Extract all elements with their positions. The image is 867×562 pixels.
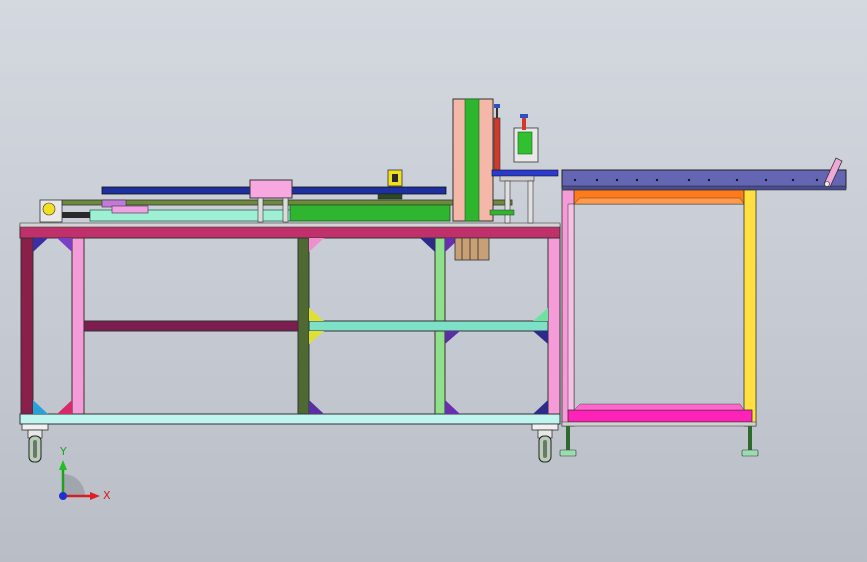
clamp-cap [520,114,528,118]
clamp-rod [522,116,526,130]
frame-post-pink [71,237,85,417]
outfeed-frame-right [743,189,757,427]
pusher-block [111,205,149,214]
machine-drawing: Y X [19,98,847,502]
sensor-bracket [377,193,403,200]
caster-plate [531,423,559,431]
frame-mid-beam-left [83,320,299,332]
leveling-foot-icon [559,426,577,457]
gusset [33,400,48,414]
gusset [309,400,324,414]
gusset [57,400,72,414]
conveyor-green-plate [289,204,451,222]
motor-yellow-icon [42,202,56,216]
outfeed-top [561,169,847,189]
frame-left-post [20,237,34,417]
feed-plate-blue [491,169,559,177]
conveyor-assembly [39,169,513,223]
feed-leg [504,180,511,224]
carriage-pink [249,179,293,199]
frame-post-olive [297,237,310,417]
outfeed-frame-base [561,421,757,427]
gusset [309,331,324,344]
outfeed-frame-left-inner [567,203,575,413]
tower-green-panel [464,98,480,222]
outfeed-rim [561,185,847,191]
feed-leg [527,180,534,224]
cylinder-red [493,117,501,171]
gusset [420,238,435,252]
triad-y-label: Y [59,445,67,458]
leveling-foot-icon [741,426,759,457]
cylinder-cap [494,104,500,108]
gusset [309,238,324,252]
outfeed-unit [559,157,847,457]
carriage-leg [257,197,264,223]
gusset [533,331,548,344]
caster-left [21,423,49,463]
clamp-green [517,131,533,155]
triad-x-label: X [103,489,111,502]
cad-viewport[interactable]: Y X [0,0,867,562]
outfeed-frame-bottom [567,409,753,423]
frame-right-post [547,237,561,417]
gusset [445,400,460,414]
coordinate-triad-icon: Y X [59,445,111,502]
gusset [533,400,548,414]
feed-support [499,175,535,182]
feed-crossbar [489,209,515,216]
carriage-leg [282,197,289,223]
gusset [309,308,324,321]
frame-top-plate [19,222,561,228]
gusset [57,238,72,252]
frame-bottom-beam [19,413,561,425]
coupler [62,212,90,218]
gusset [445,331,460,344]
tower-base [454,237,490,261]
gusset [33,238,48,252]
caster-right [531,423,559,463]
caster-plate [21,423,49,431]
frame-mid-beam-right [308,320,549,332]
gusset [533,308,548,321]
